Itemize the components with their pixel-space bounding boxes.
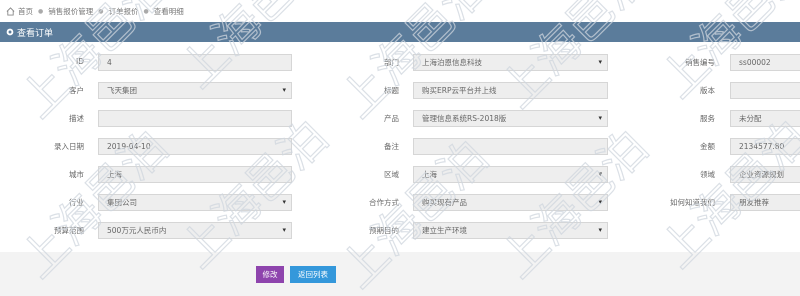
service-field[interactable]: 未分配 <box>730 110 800 127</box>
expected-purpose-select[interactable]: 建立生产环境 <box>413 222 608 239</box>
field-label: 如何知道我们 <box>670 198 715 207</box>
field-label: 区域 <box>384 170 399 179</box>
field-label: 服务 <box>700 114 715 123</box>
field-label: 备注 <box>384 142 399 151</box>
form-row: ID 4 部门 上海泊恩信息科技 销售编号 ss00002 <box>0 52 800 76</box>
form-row: 描述 产品 管理信息系统RS-2018版 服务 未分配 <box>0 108 800 132</box>
referral-source-field[interactable]: 朋友推荐 <box>730 194 800 211</box>
field-label: 城市 <box>69 170 84 179</box>
budget-range-select[interactable]: 500万元人民币内 <box>98 222 292 239</box>
sales-number-field[interactable]: ss00002 <box>730 54 800 71</box>
form-footer: 修改 返回列表 <box>0 252 800 296</box>
home-icon[interactable] <box>6 6 15 16</box>
form-row: 录入日期 2019-04-10 备注 金额 2134577.80 <box>0 136 800 160</box>
entry-date-field[interactable]: 2019-04-10 <box>98 138 292 155</box>
order-detail-form: ID 4 部门 上海泊恩信息科技 销售编号 ss00002 客户 飞天集团 标题… <box>0 42 800 242</box>
field-label: ID <box>76 57 84 66</box>
title-field[interactable]: 购买ERP云平台并上线 <box>413 82 608 99</box>
customer-select[interactable]: 飞天集团 <box>98 82 292 99</box>
department-select[interactable]: 上海泊恩信息科技 <box>413 54 608 71</box>
city-field[interactable]: 上海 <box>98 166 292 183</box>
breadcrumb-sales-quote[interactable]: 销售报价管理 <box>48 6 93 17</box>
back-to-list-button[interactable]: 返回列表 <box>290 266 336 283</box>
breadcrumb-separator: ● <box>38 7 44 15</box>
field-label: 销售编号 <box>685 58 715 67</box>
field-label: 金额 <box>700 142 715 151</box>
remarks-field[interactable] <box>413 138 608 155</box>
edit-button[interactable]: 修改 <box>256 266 284 283</box>
breadcrumb-separator: ● <box>143 7 149 15</box>
panel-header: 查看订单 <box>0 22 800 42</box>
field-label: 部门 <box>384 58 399 67</box>
product-select[interactable]: 管理信息系统RS-2018版 <box>413 110 608 127</box>
form-row: 城市 上海 区域 上海 领域 企业资源规划 <box>0 164 800 188</box>
domain-field[interactable]: 企业资源规划 <box>730 166 800 183</box>
description-field[interactable] <box>98 110 292 127</box>
cooperation-mode-select[interactable]: 购买现有产品 <box>413 194 608 211</box>
form-row: 客户 飞天集团 标题 购买ERP云平台并上线 版本 <box>0 80 800 104</box>
field-label: 合作方式 <box>369 198 399 207</box>
amount-field[interactable]: 2134577.80 <box>730 138 800 155</box>
form-row: 行业 集团公司 合作方式 购买现有产品 如何知道我们 朋友推荐 <box>0 192 800 216</box>
field-label: 行业 <box>69 198 84 207</box>
field-label: 标题 <box>384 86 399 95</box>
breadcrumb-order-quote[interactable]: 订单报价 <box>109 6 139 17</box>
breadcrumb-home[interactable]: 首页 <box>18 6 33 17</box>
industry-select[interactable]: 集团公司 <box>98 194 292 211</box>
form-row: 预算范围 500万元人民币内 预期目的 建立生产环境 <box>0 220 800 244</box>
field-label: 预算范围 <box>54 226 84 235</box>
field-label: 描述 <box>69 114 84 123</box>
field-label: 产品 <box>384 114 399 123</box>
version-field[interactable] <box>730 82 800 99</box>
panel-title: 查看订单 <box>17 28 54 39</box>
breadcrumb: 首页 ● 销售报价管理 ● 订单报价 ● 查看明细 <box>0 0 800 22</box>
breadcrumb-view-detail: 查看明细 <box>153 6 184 16</box>
eye-icon <box>6 28 14 36</box>
field-label: 领域 <box>700 170 715 179</box>
field-label: 预期目的 <box>369 226 399 235</box>
field-label: 客户 <box>69 86 84 95</box>
field-label: 录入日期 <box>54 142 84 151</box>
field-label: 版本 <box>700 86 715 95</box>
breadcrumb-separator: ● <box>98 7 104 15</box>
id-field[interactable]: 4 <box>98 54 292 71</box>
region-select[interactable]: 上海 <box>413 166 608 183</box>
